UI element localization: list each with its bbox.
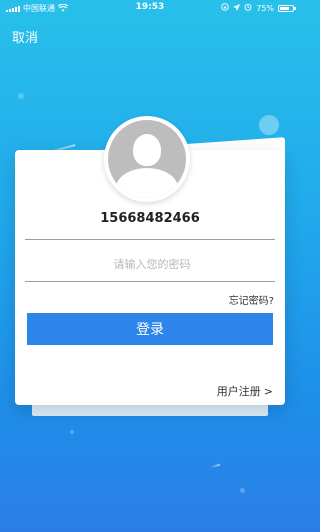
chevron-right-icon: > <box>263 384 273 398</box>
default-user-icon <box>108 120 186 198</box>
decorative-bubble <box>70 430 74 434</box>
password-input[interactable] <box>25 252 279 276</box>
phone-underline <box>25 239 275 240</box>
register-link[interactable]: 用户注册 > <box>217 383 273 399</box>
decorative-bubble <box>259 115 279 135</box>
decorative-bubble <box>240 488 245 493</box>
status-bar: 中国联通 19:53 75% <box>0 0 300 16</box>
battery-level <box>280 6 289 10</box>
status-bar-right: 75% <box>221 3 296 13</box>
location-icon <box>233 3 241 13</box>
forgot-password-link[interactable]: 忘记密码? <box>229 292 274 307</box>
battery-percent: 75% <box>256 3 274 13</box>
decorative-bubble <box>18 93 24 99</box>
avatar <box>104 116 190 202</box>
register-label: 用户注册 <box>216 385 261 398</box>
alarm-icon <box>244 3 252 13</box>
decorative-streak <box>209 463 221 469</box>
phone-number-field[interactable]: 15668482466 <box>25 211 275 226</box>
cancel-button[interactable]: 取消 <box>12 27 38 46</box>
battery-icon <box>278 4 296 12</box>
password-underline <box>25 281 275 282</box>
lock-rotation-icon <box>221 3 229 13</box>
login-button[interactable]: 登录 <box>27 313 273 345</box>
